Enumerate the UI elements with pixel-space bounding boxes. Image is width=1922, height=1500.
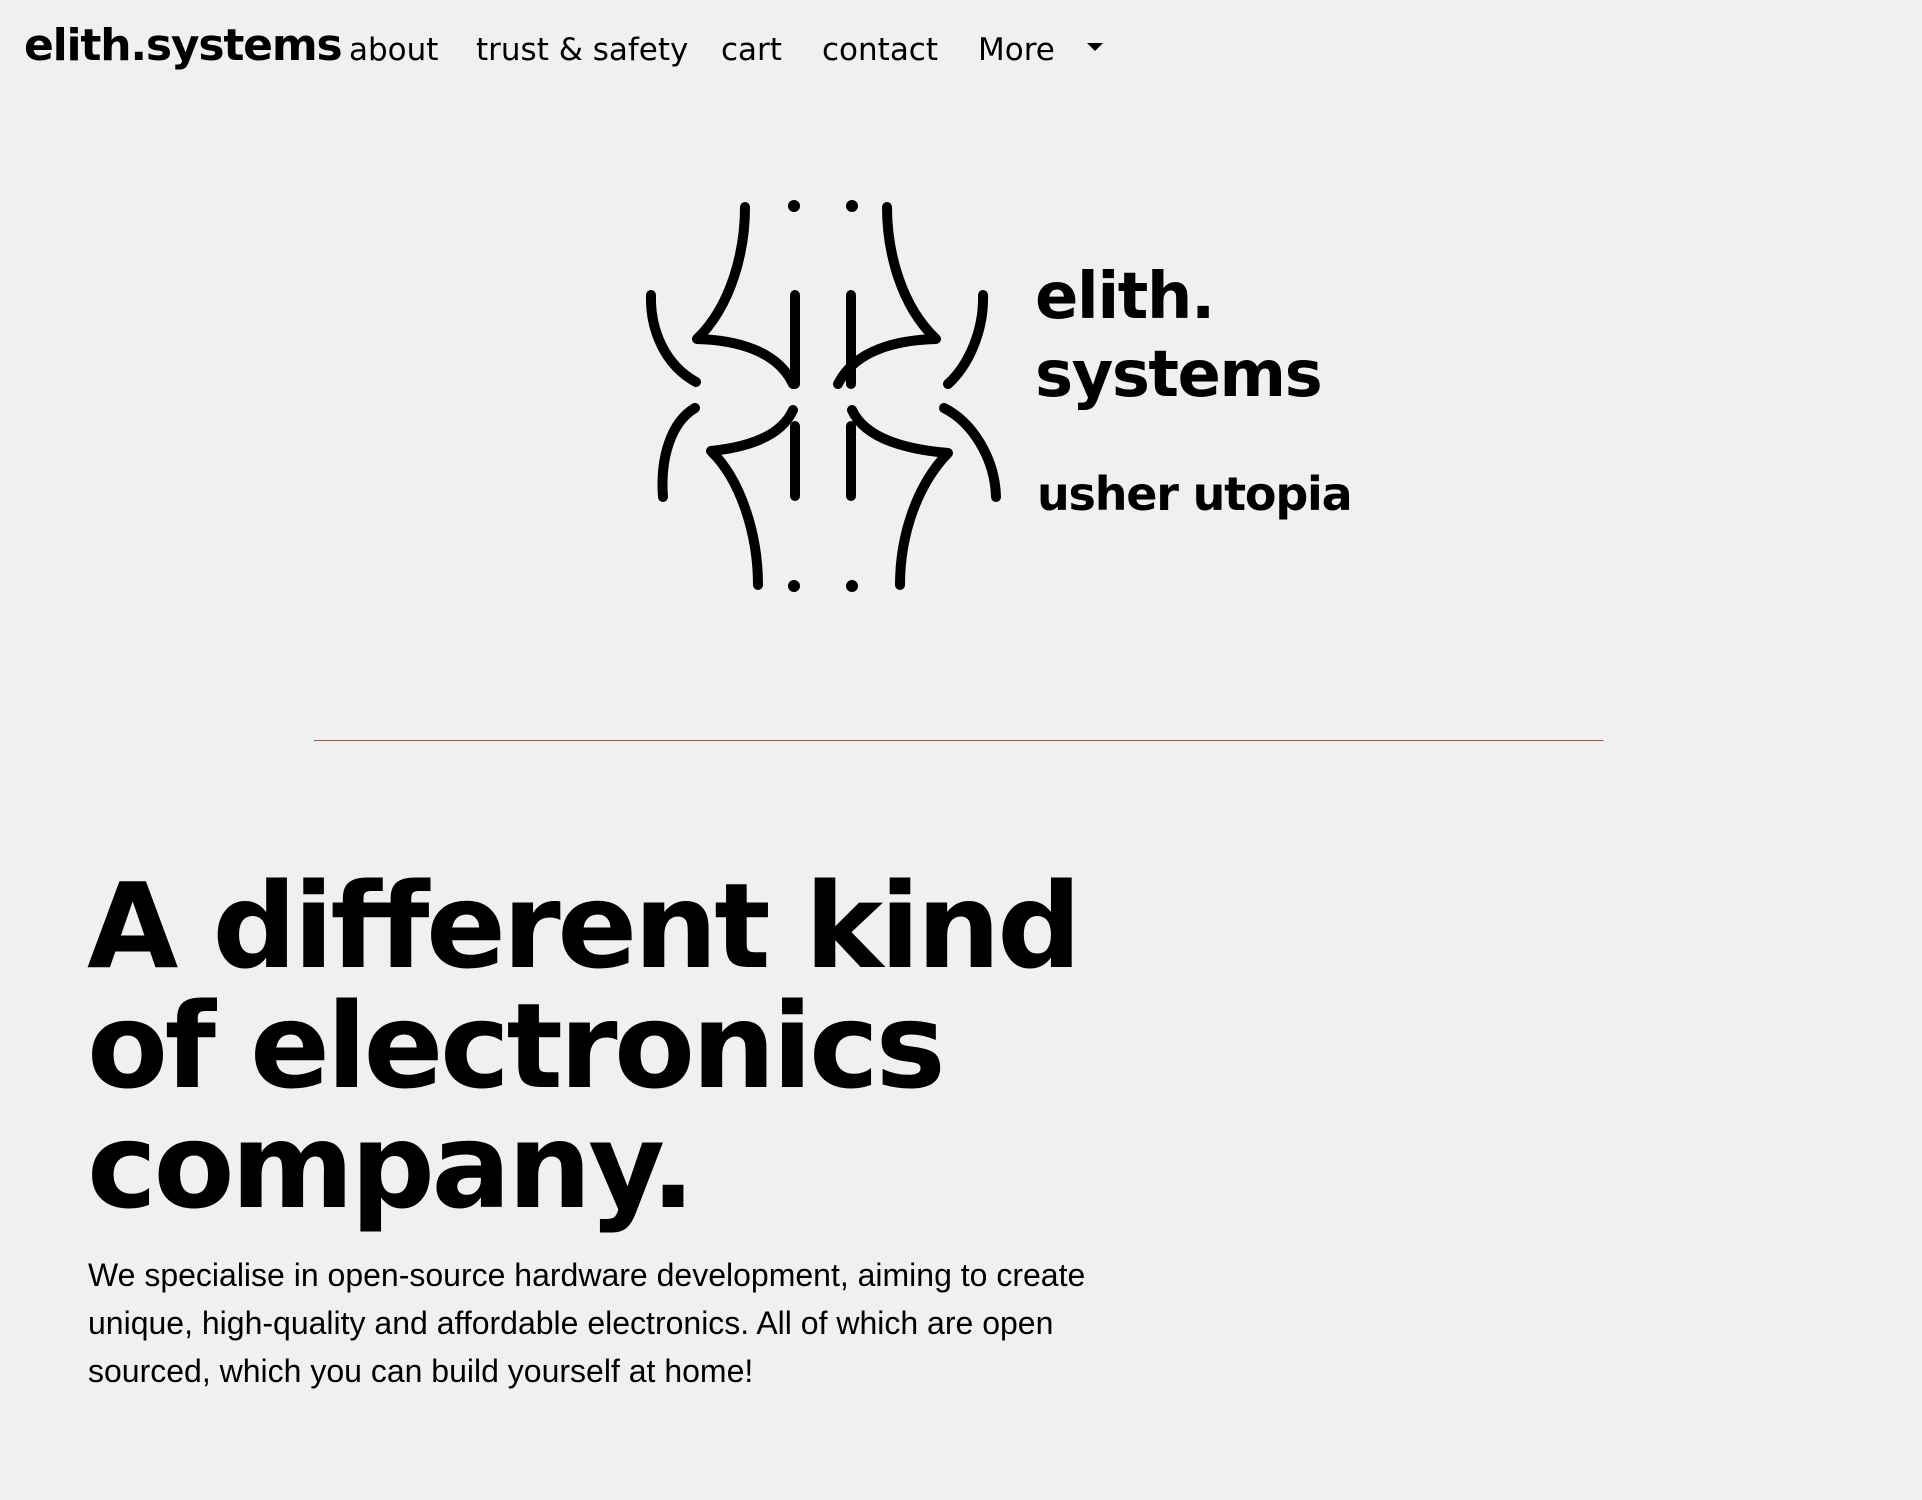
logo-title: elith. systems <box>1035 260 1323 412</box>
intro-paragraph: We specialise in open-source hardware de… <box>88 1257 1086 1389</box>
nav-cart[interactable]: cart <box>721 28 782 72</box>
top-navbar: elith.systems about trust & safety cart … <box>0 0 1922 100</box>
page-headline: A different kind of electronics company. <box>87 857 1082 1235</box>
caret-down-icon[interactable] <box>1087 43 1103 51</box>
section-divider <box>314 740 1604 742</box>
nav-more-dropdown[interactable]: More <box>978 28 1055 72</box>
nav-about[interactable]: about <box>349 28 438 72</box>
elith-systems-logo-mark-icon <box>645 200 1001 592</box>
nav-contact[interactable]: contact <box>822 28 938 72</box>
nav-trust-safety[interactable]: trust & safety <box>476 28 688 72</box>
logo-subtitle: usher utopia <box>1037 467 1353 521</box>
brand-link[interactable]: elith.systems <box>24 18 343 74</box>
